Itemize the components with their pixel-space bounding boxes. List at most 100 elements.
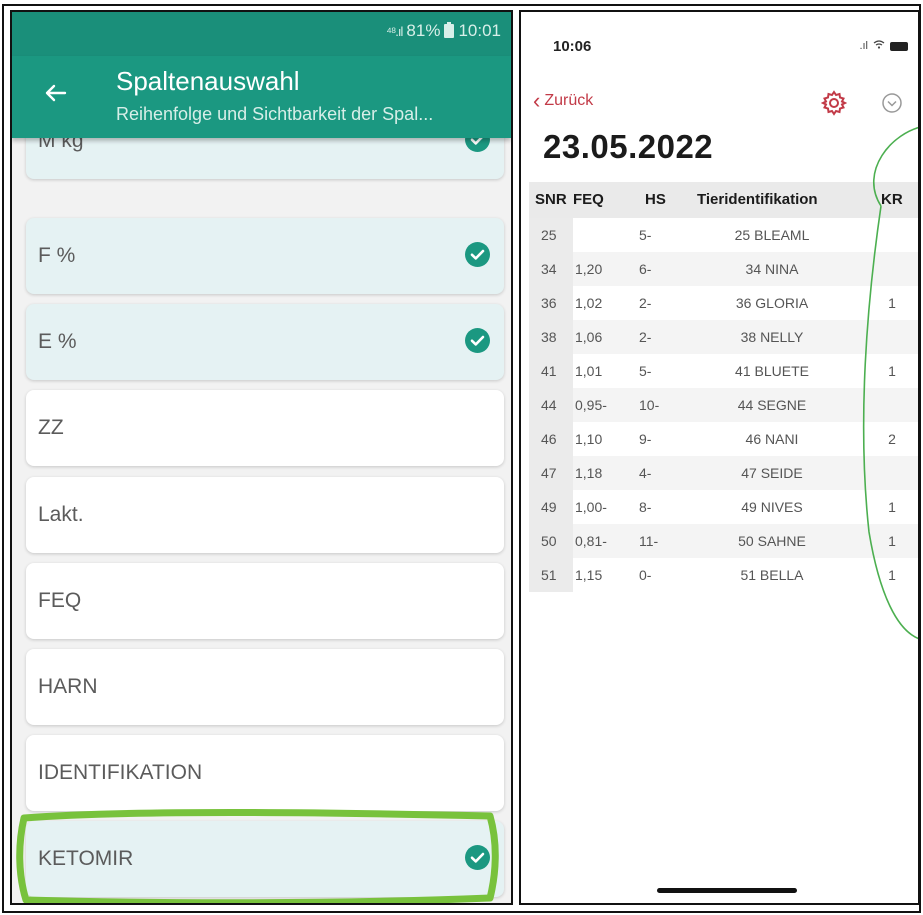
table-header: SNR FEQ HS Tieridentifikation KR xyxy=(529,182,918,218)
column-option[interactable]: IDENTIFIKATION xyxy=(26,735,504,811)
column-option-label: Lakt. xyxy=(38,503,84,526)
cell-snr: 46 xyxy=(541,431,557,447)
header-hs[interactable]: HS xyxy=(645,191,666,208)
table-row[interactable]: 49 1,00- 8- 49 NIVES 1 xyxy=(529,490,918,524)
cell-hs: 6- xyxy=(639,261,652,277)
cell-snr: 38 xyxy=(541,329,557,345)
battery-percent: 81% xyxy=(406,21,441,40)
back-button[interactable]: ‹ Zurück xyxy=(533,88,594,113)
gear-icon[interactable] xyxy=(821,90,847,116)
header-snr[interactable]: SNR xyxy=(535,191,567,208)
cell-kr: 1 xyxy=(888,295,896,311)
cell-hs: 9- xyxy=(639,431,652,447)
table-row[interactable]: 51 1,15 0- 51 BELLA 1 xyxy=(529,558,918,592)
nav-bar: ‹ Zurück xyxy=(521,82,918,122)
cell-feq: 0,95- xyxy=(575,397,607,413)
cell-feq: 1,06 xyxy=(575,329,603,345)
column-option[interactable]: F % xyxy=(26,218,504,294)
checkmark-circle-icon[interactable] xyxy=(465,845,490,870)
column-option[interactable]: KETOMIR xyxy=(26,821,504,897)
battery-icon xyxy=(890,41,908,51)
page-subtitle: Reihenfolge und Sichtbarkeit der Spal... xyxy=(116,104,434,124)
cell-tieridentifikation: 25 BLEAML xyxy=(734,227,810,243)
cell-snr: 44 xyxy=(541,397,557,413)
table-row[interactable]: 50 0,81- 11- 50 SAHNE 1 xyxy=(529,524,918,558)
cell-kr: 1 xyxy=(888,567,896,583)
header-kr[interactable]: KR xyxy=(881,191,903,208)
column-option-label: KETOMIR xyxy=(38,847,134,870)
android-status-bar: ⁴⁸.ıl 81% 10:01 xyxy=(12,12,511,56)
cell-feq: 1,10 xyxy=(575,431,603,447)
cell-hs: 2- xyxy=(639,295,652,311)
cell-tieridentifikation: 36 GLORIA xyxy=(735,295,809,311)
home-indicator[interactable] xyxy=(657,888,797,893)
column-option[interactable]: HARN xyxy=(26,649,504,725)
column-option-label: IDENTIFIKATION xyxy=(38,761,203,784)
cell-snr: 34 xyxy=(541,261,557,277)
cell-hs: 8- xyxy=(639,499,652,515)
cell-tieridentifikation: 50 SAHNE xyxy=(738,533,806,549)
cell-tieridentifikation: 46 NANI xyxy=(745,431,799,447)
battery-icon xyxy=(444,22,455,38)
cell-feq: 1,01 xyxy=(575,363,603,379)
back-arrow-icon[interactable] xyxy=(40,78,70,108)
cell-snr: 36 xyxy=(541,295,557,311)
animal-table: SNR FEQ HS Tieridentifikation KR 25 5- 25 … xyxy=(529,182,918,592)
table-row[interactable]: 41 1,01 5- 41 BLUETE 1 xyxy=(529,354,918,388)
column-option-label: E % xyxy=(38,330,77,353)
column-option[interactable]: E % xyxy=(26,304,504,380)
column-option[interactable]: FEQ xyxy=(26,563,504,639)
column-option[interactable]: ZZ xyxy=(26,390,504,466)
cell-tieridentifikation: 34 NINA xyxy=(745,261,799,277)
cell-feq: 1,20 xyxy=(575,261,603,277)
cell-kr: 1 xyxy=(888,499,896,515)
cell-hs: 10- xyxy=(639,397,660,413)
column-option-label: F % xyxy=(38,244,76,267)
cell-snr: 49 xyxy=(541,499,557,515)
cell-feq: 1,18 xyxy=(575,465,603,481)
android-screen: ⁴⁸.ıl 81% 10:01 Spaltenauswahl Reihenfol… xyxy=(10,10,513,905)
ios-status-bar: 10:06 .ıl xyxy=(521,12,918,82)
column-option[interactable]: Lakt. xyxy=(26,477,504,553)
table-row[interactable]: 47 1,18 4- 47 SEIDE xyxy=(529,456,918,490)
cell-snr: 51 xyxy=(541,567,557,583)
cell-snr: 25 xyxy=(541,227,557,243)
cell-tieridentifikation: 49 NIVES xyxy=(741,499,803,515)
chevron-left-icon: ‹ xyxy=(533,88,541,113)
cell-tieridentifikation: 41 BLUETE xyxy=(735,363,809,379)
cell-feq: 0,81- xyxy=(575,533,607,549)
cell-hs: 2- xyxy=(639,329,652,345)
table-row[interactable]: 44 0,95- 10- 44 SEGNE xyxy=(529,388,918,422)
table-row[interactable]: 46 1,10 9- 46 NANI 2 xyxy=(529,422,918,456)
signal-icon: ⁴⁸.ıl xyxy=(386,23,403,39)
ios-screen: 10:06 .ıl ‹ Zurück 23.05.2022 SNR FEQ HS… xyxy=(519,10,920,905)
chevron-down-circle-icon[interactable] xyxy=(881,92,903,114)
table-row[interactable]: 38 1,06 2- 38 NELLY xyxy=(529,320,918,354)
date-title: 23.05.2022 xyxy=(543,128,714,165)
table-body: 25 5- 25 BLEAML 34 1,20 6- 34 NINA 36 1,02 2- 36 G… xyxy=(529,218,918,592)
status-time: 10:01 xyxy=(458,21,501,40)
cell-hs: 4- xyxy=(639,465,652,481)
header-feq[interactable]: FEQ xyxy=(573,191,604,208)
cell-kr: 1 xyxy=(888,533,896,549)
cell-hs: 5- xyxy=(639,227,652,243)
back-label: Zurück xyxy=(544,92,594,109)
signal-icon: .ıl xyxy=(859,40,868,52)
cell-hs: 11- xyxy=(639,533,659,549)
table-row[interactable]: 36 1,02 2- 36 GLORIA 1 xyxy=(529,286,918,320)
column-option-label: HARN xyxy=(38,675,98,698)
cell-tieridentifikation: 47 SEIDE xyxy=(741,465,803,481)
cell-hs: 0- xyxy=(639,567,652,583)
app-bar: Spaltenauswahl Reihenfolge und Sichtbark… xyxy=(12,56,511,138)
page-title: Spaltenauswahl xyxy=(116,66,300,96)
cell-snr: 47 xyxy=(541,465,557,481)
table-row[interactable]: 34 1,20 6- 34 NINA xyxy=(529,252,918,286)
cell-kr: 2 xyxy=(888,431,896,447)
checkmark-circle-icon[interactable] xyxy=(465,328,490,353)
cell-feq: 1,02 xyxy=(575,295,603,311)
cell-tieridentifikation: 44 SEGNE xyxy=(737,397,807,413)
checkmark-circle-icon[interactable] xyxy=(465,242,490,267)
header-tieridentifikation[interactable]: Tieridentifikation xyxy=(697,191,818,208)
cell-snr: 41 xyxy=(541,363,557,379)
table-row[interactable]: 25 5- 25 BLEAML xyxy=(529,218,918,252)
